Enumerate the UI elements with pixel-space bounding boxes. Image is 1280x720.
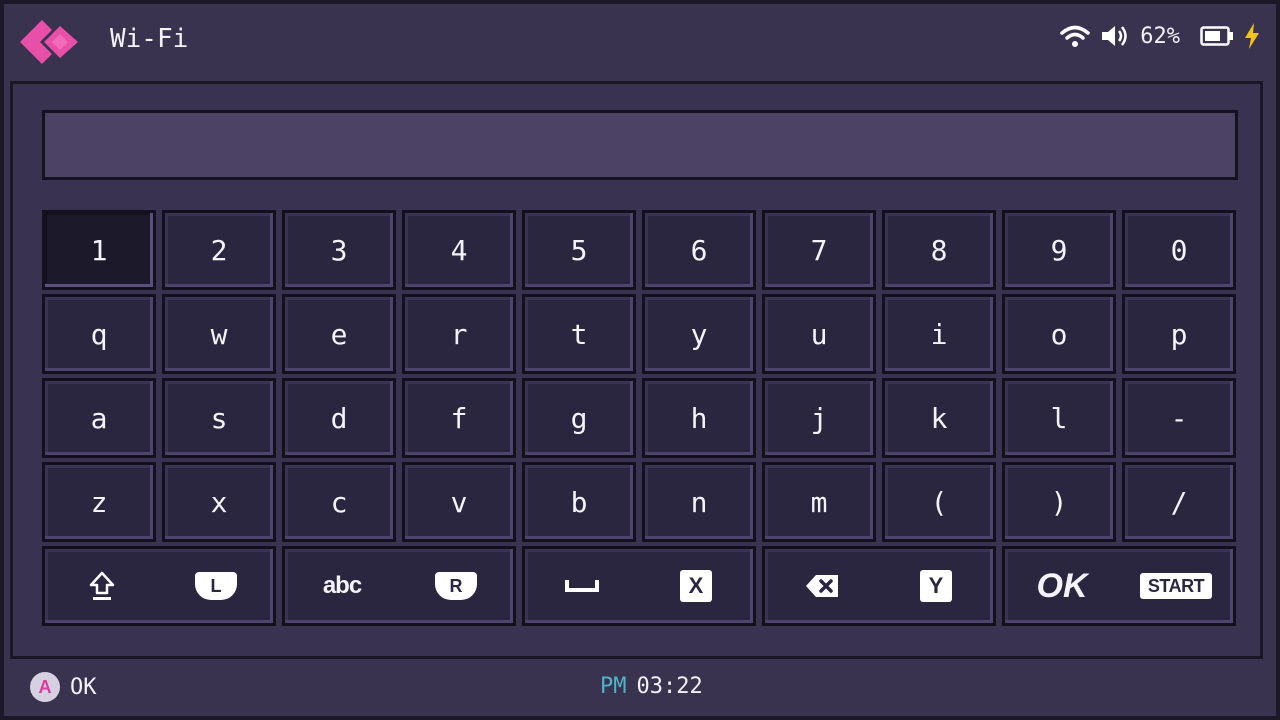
frame-right [1276,0,1280,720]
key-0[interactable]: 0 [1122,210,1236,290]
layout-label: abc [322,572,362,599]
wifi-icon [1060,24,1090,48]
space-bar-icon [525,578,639,594]
key-j[interactable]: j [762,378,876,458]
key-d[interactable]: d [282,378,396,458]
key-b[interactable]: b [522,462,636,542]
battery-percent: 62% [1140,23,1180,49]
ok-label: OK [1036,566,1088,605]
key-m[interactable]: m [762,462,876,542]
y-button-badge: Y [920,570,952,602]
key-4[interactable]: 4 [402,210,516,290]
shift-arrow-icon [45,571,159,601]
key-x[interactable]: x [162,462,276,542]
volume-icon [1100,24,1130,48]
back-button[interactable] [18,16,82,68]
key-t[interactable]: t [522,294,636,374]
hint-label: OK [70,674,97,700]
wifi-password-input[interactable] [42,110,1238,180]
key-8[interactable]: 8 [882,210,996,290]
key-3[interactable]: 3 [282,210,396,290]
key-hyphen[interactable]: - [1122,378,1236,458]
key-9[interactable]: 9 [1002,210,1116,290]
frame-left [0,0,4,720]
key-h[interactable]: h [642,378,756,458]
key-o[interactable]: o [1002,294,1116,374]
key-g[interactable]: g [522,378,636,458]
key-z[interactable]: z [42,462,156,542]
a-button-icon: A [30,672,60,702]
key-f[interactable]: f [402,378,516,458]
clock-ampm: PM [600,674,627,699]
backspace-key[interactable]: Y [762,546,996,626]
key-2[interactable]: 2 [162,210,276,290]
key-v[interactable]: v [402,462,516,542]
status-bar: 62% [1060,20,1260,52]
key-a[interactable]: a [42,378,156,458]
key-e[interactable]: e [282,294,396,374]
key-u[interactable]: u [762,294,876,374]
key-5[interactable]: 5 [522,210,636,290]
key-7[interactable]: 7 [762,210,876,290]
charging-bolt-icon [1244,23,1260,49]
space-key[interactable]: X [522,546,756,626]
shift-key[interactable]: L [42,546,276,626]
key-slash[interactable]: / [1122,462,1236,542]
clock-time: 03:22 [636,674,703,699]
back-icon [20,20,78,64]
backspace-icon [765,573,879,599]
key-s[interactable]: s [162,378,276,458]
ok-key[interactable]: OK START [1002,546,1236,626]
key-y[interactable]: y [642,294,756,374]
footer: A OK PM 03:22 [0,662,1280,716]
key-k[interactable]: k [882,378,996,458]
key-6[interactable]: 6 [642,210,756,290]
start-button-badge: START [1139,573,1213,599]
battery-icon [1200,25,1234,47]
key-r[interactable]: r [402,294,516,374]
r-shoulder-badge: R [435,572,477,600]
key-i[interactable]: i [882,294,996,374]
layout-toggle-key[interactable]: abc R [282,546,516,626]
key-q[interactable]: q [42,294,156,374]
key-l[interactable]: l [1002,378,1116,458]
key-open-paren[interactable]: ( [882,462,996,542]
header: Wi-Fi 62% [0,0,1280,80]
virtual-keyboard: 1 2 3 4 5 6 7 8 9 0 q w e r t y u i o p … [42,210,1238,626]
l-shoulder-badge: L [195,572,237,600]
key-c[interactable]: c [282,462,396,542]
key-n[interactable]: n [642,462,756,542]
clock: PM 03:22 [600,674,703,699]
key-p[interactable]: p [1122,294,1236,374]
frame-bottom [0,716,1280,720]
key-w[interactable]: w [162,294,276,374]
confirm-hint: A OK [30,672,97,702]
key-1[interactable]: 1 [42,210,156,290]
page-title: Wi-Fi [110,24,189,54]
key-close-paren[interactable]: ) [1002,462,1116,542]
x-button-badge: X [680,570,712,602]
